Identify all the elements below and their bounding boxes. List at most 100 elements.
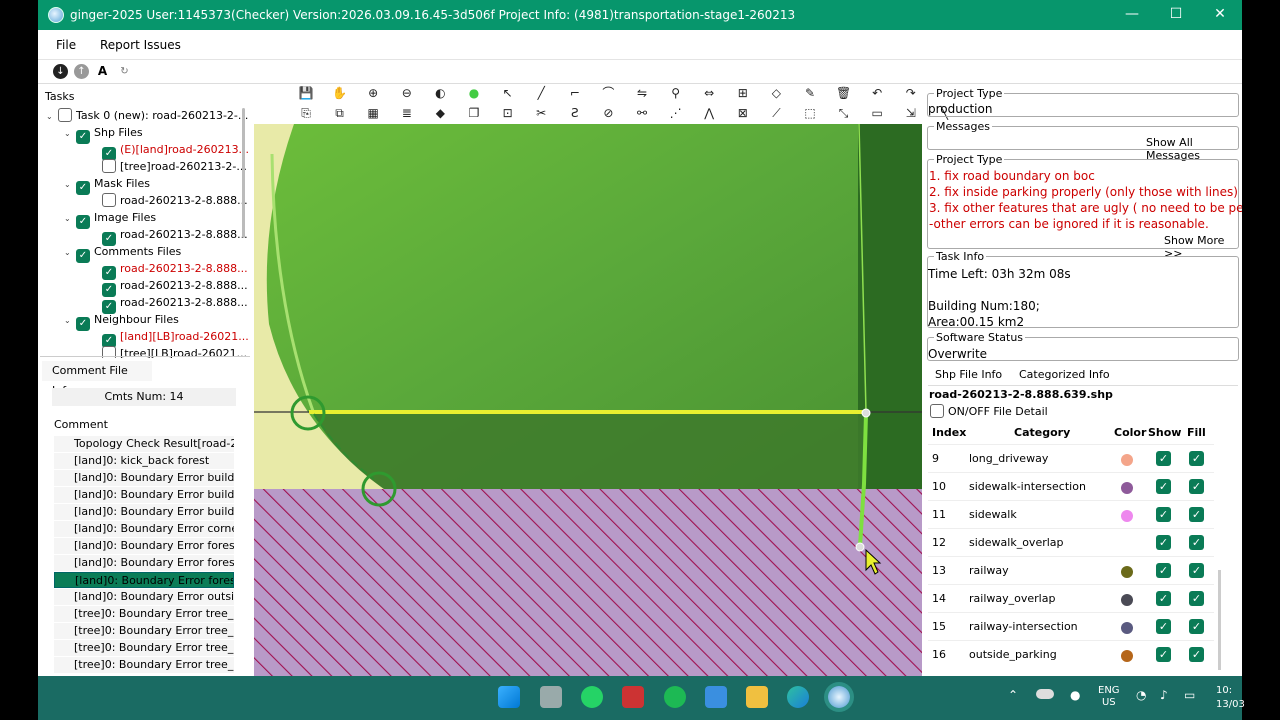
fill-checkbox[interactable]: ✓ [1189, 619, 1204, 634]
zigzag-icon[interactable]: ⋀ [701, 106, 717, 120]
chevron-down-icon[interactable]: ⌄ [64, 125, 76, 142]
color-swatch[interactable] [1121, 566, 1133, 578]
dashed-box-icon[interactable]: ⬚ [802, 106, 818, 120]
chevron-down-icon[interactable]: ⌄ [64, 210, 76, 227]
show-checkbox[interactable]: ✓ [1156, 479, 1171, 494]
color-swatch[interactable] [1121, 482, 1133, 494]
grid-fit-icon[interactable]: ⊠ [735, 106, 751, 120]
fill-checkbox[interactable]: ✓ [1189, 507, 1204, 522]
copy-icon[interactable]: ❐ [466, 106, 482, 120]
comment-item[interactable]: [land]0: Boundary Error buildi... [54, 504, 234, 520]
edge-icon[interactable] [787, 686, 809, 708]
comment-item[interactable]: [land]0: Boundary Error buildi... [54, 487, 234, 503]
microphone-icon[interactable]: ● [1070, 688, 1080, 702]
undo-icon[interactable]: ↶ [869, 86, 885, 100]
stamp-icon[interactable]: ⊡ [500, 106, 516, 120]
route-icon[interactable]: Ƨ [567, 106, 583, 120]
tree-row[interactable]: ⌄ Task 0 (new): road-260213-2-... [46, 107, 248, 124]
align-icon[interactable]: ⇔ [701, 86, 717, 100]
tree-row[interactable]: ⌄ ✓ Mask Files [64, 175, 150, 195]
checkbox[interactable] [102, 159, 116, 173]
tree-row[interactable]: ✓ road-260213-2-8.888.... [102, 277, 248, 297]
checkbox[interactable]: ✓ [76, 249, 90, 263]
show-checkbox[interactable]: ✓ [1156, 619, 1171, 634]
merge-icon[interactable]: ⧉ [332, 106, 348, 120]
comment-item[interactable]: [tree]0: Boundary Error tree_ca... [54, 657, 234, 673]
checkbox[interactable] [102, 193, 116, 207]
color-swatch[interactable] [1121, 650, 1133, 662]
minimize-button[interactable]: — [1110, 0, 1154, 30]
fill-checkbox[interactable]: ✓ [1189, 451, 1204, 466]
show-checkbox[interactable]: ✓ [1156, 563, 1171, 578]
clip-icon[interactable]: ⎘ [298, 106, 314, 120]
clock[interactable]: 10: 13/03 [1216, 684, 1245, 712]
category-scrollbar[interactable] [1218, 570, 1221, 670]
font-icon[interactable]: A [95, 64, 110, 79]
pin-icon[interactable]: ⚲ [668, 86, 684, 100]
category-row[interactable]: 15 railway-intersection ✓ ✓ [928, 612, 1214, 640]
fill-checkbox[interactable]: ✓ [1189, 647, 1204, 662]
show-checkbox[interactable]: ✓ [1156, 507, 1171, 522]
split-icon[interactable]: ⇋ [634, 86, 650, 100]
delete-icon[interactable]: 🗑 [836, 86, 852, 100]
corner-icon[interactable]: ⌐ [567, 86, 583, 100]
checkbox[interactable]: ✓ [76, 181, 90, 195]
category-row[interactable]: 9 long_driveway ✓ ✓ [928, 444, 1214, 472]
checkbox[interactable] [58, 108, 72, 122]
comment-item[interactable]: [tree]0: Boundary Error tree_ca... [54, 606, 234, 622]
scatter-icon[interactable]: ⋰ [668, 106, 684, 120]
pan-icon[interactable]: ✋ [332, 86, 348, 100]
file-detail-toggle[interactable]: ON/OFF File Detail [930, 404, 1048, 418]
export-icon[interactable]: ⇲ [903, 106, 919, 120]
maximize-button[interactable]: ☐ [1154, 0, 1198, 30]
fill-checkbox[interactable]: ✓ [1189, 591, 1204, 606]
comment-item[interactable]: [land]0: Boundary Error buildi... [54, 470, 234, 486]
category-row[interactable]: 13 railway ✓ ✓ [928, 556, 1214, 584]
onedrive-icon[interactable] [1036, 689, 1054, 699]
comment-item[interactable]: [land]0: Boundary Error forest ... [54, 572, 234, 588]
select-arrow-icon[interactable]: ↖ [500, 86, 516, 100]
zoom-out-icon[interactable]: ⊖ [399, 86, 415, 100]
tree-row[interactable]: ✓ [land][LB]road-26021... [102, 328, 248, 348]
list-icon[interactable]: ≣ [399, 106, 415, 120]
fill-checkbox[interactable]: ✓ [1189, 479, 1204, 494]
upload-icon[interactable]: ↑ [74, 64, 89, 79]
map-canvas[interactable] [254, 124, 922, 676]
resize-icon[interactable]: ⤡ [836, 106, 852, 120]
status-dot-icon[interactable]: ● [466, 86, 482, 100]
tree-row[interactable]: [tree]road-260213-2-... [102, 158, 247, 175]
tree-row[interactable]: ✓ road-260213-2-8.888.... [102, 294, 248, 314]
curve-icon[interactable]: ⌒ [600, 86, 616, 100]
tree-row[interactable]: ⌄ ✓ Comments Files [64, 243, 181, 263]
map-svg[interactable] [254, 124, 922, 676]
tree-scrollbar[interactable] [242, 108, 245, 238]
color-swatch[interactable] [1121, 454, 1133, 466]
contrast-icon[interactable]: ◐ [432, 86, 448, 100]
tree-row[interactable]: ⌄ ✓ Shp Files [64, 124, 143, 144]
comment-item[interactable]: [land]0: Boundary Error outsid... [54, 589, 234, 605]
notepad-icon[interactable] [705, 686, 727, 708]
chevron-down-icon[interactable]: ⌄ [64, 312, 76, 329]
chevron-down-icon[interactable]: ⌄ [64, 244, 76, 261]
fill-checkbox[interactable]: ✓ [1189, 563, 1204, 578]
edit-icon[interactable]: ✎ [802, 86, 818, 100]
color-swatch[interactable] [1121, 622, 1133, 634]
show-checkbox[interactable]: ✓ [1156, 451, 1171, 466]
checkbox[interactable]: ✓ [76, 130, 90, 144]
fill-icon[interactable]: ◆ [432, 106, 448, 120]
save-icon[interactable]: 💾 [298, 86, 314, 100]
spotify-icon[interactable] [664, 686, 686, 708]
vertex-handle[interactable] [855, 542, 865, 552]
tree-row[interactable]: ✓ road-260213-2-8.888.... [102, 260, 248, 280]
ginger-app-icon[interactable] [828, 686, 850, 708]
circle-slash-icon[interactable]: ⊘ [600, 106, 616, 120]
show-checkbox[interactable]: ✓ [1156, 647, 1171, 662]
start-icon[interactable] [498, 686, 520, 708]
vertex-handle[interactable] [861, 408, 871, 418]
tree-row[interactable]: ⌄ ✓ Neighbour Files [64, 311, 179, 331]
comment-item[interactable]: [land]0: Boundary Error forest ... [54, 555, 234, 571]
wifi-icon[interactable]: ◔ [1136, 688, 1146, 702]
whatsapp-icon[interactable] [581, 686, 603, 708]
menu-file[interactable]: File [56, 38, 76, 52]
tree-row[interactable]: road-260213-2-8.888.... [102, 192, 248, 209]
